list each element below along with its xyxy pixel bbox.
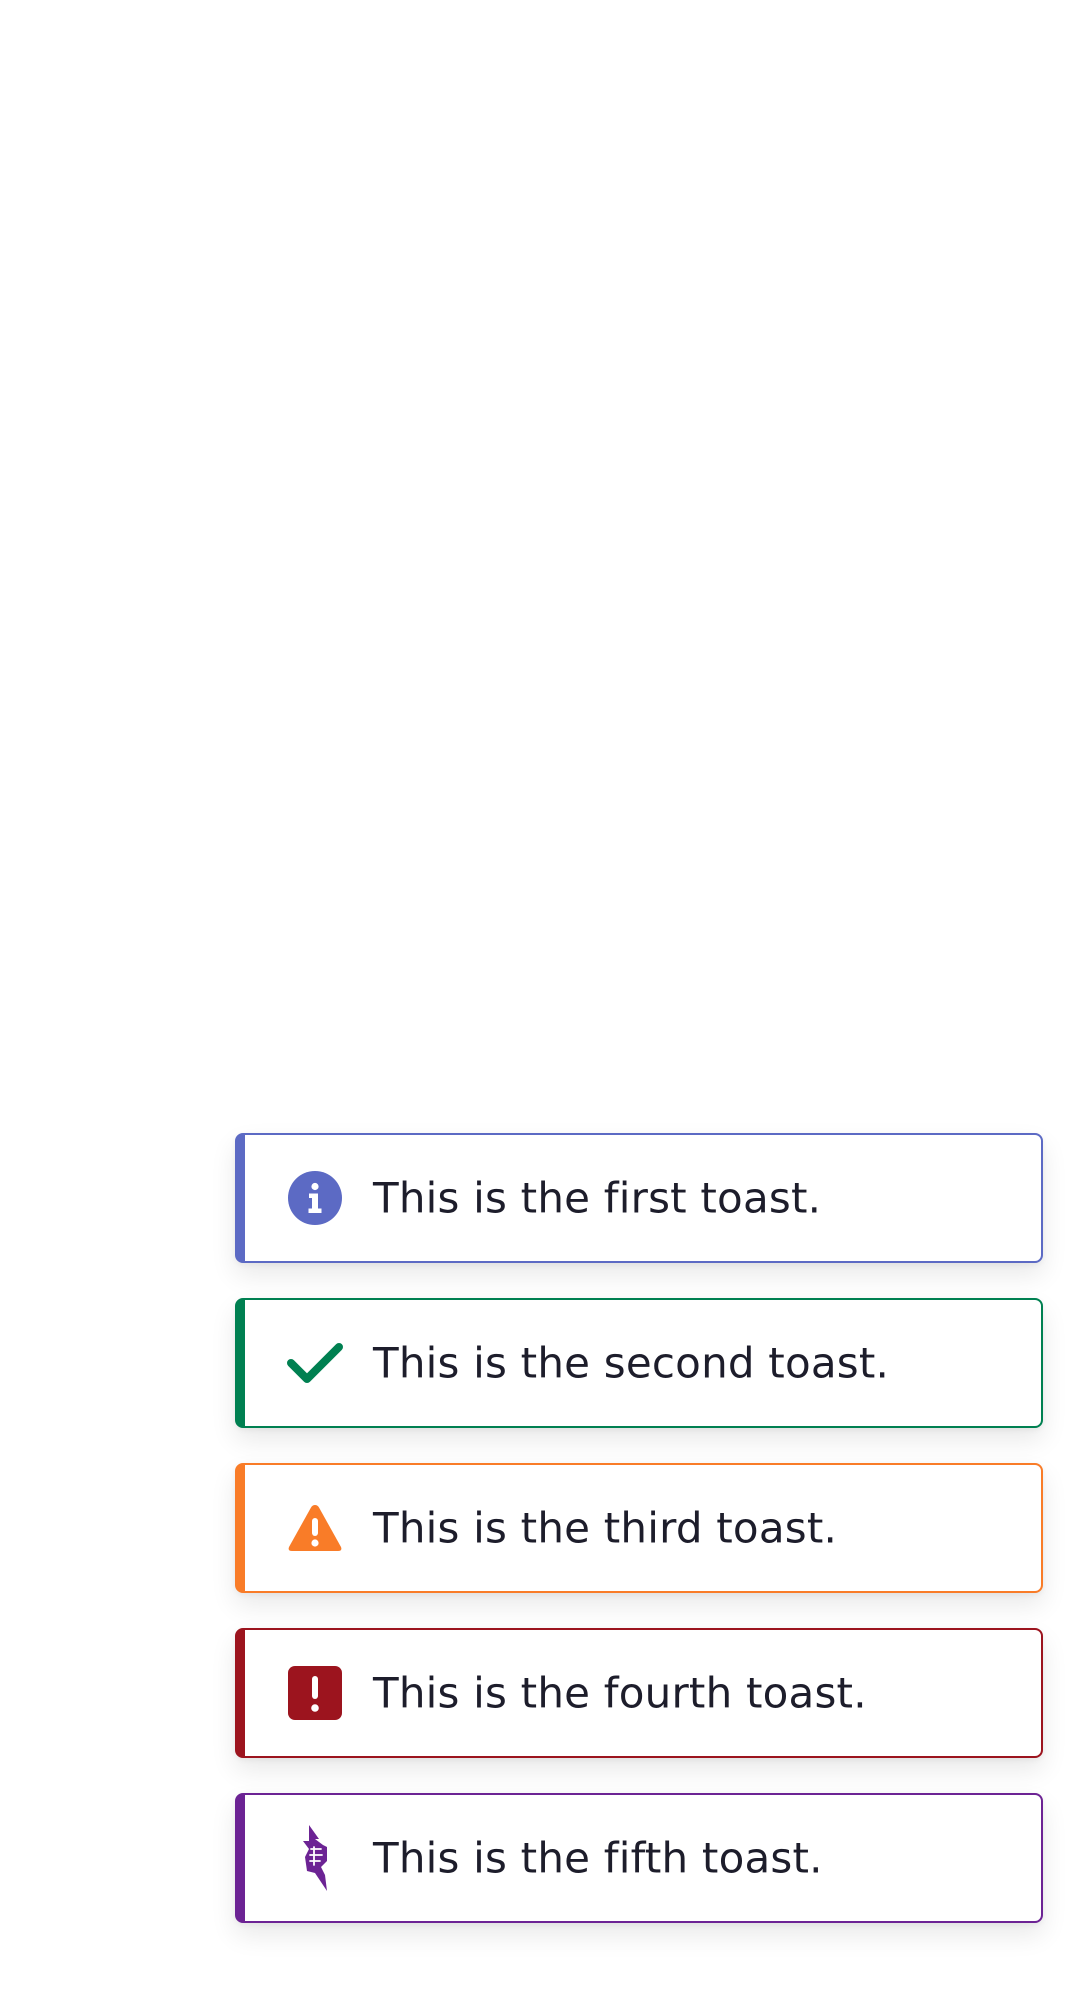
toast-error[interactable]: This is the fourth toast. (235, 1628, 1043, 1758)
toast-stack: This is the first toast. This is the sec… (235, 1133, 1043, 1958)
lightning-fist-icon (287, 1825, 343, 1891)
info-icon (287, 1170, 343, 1226)
toast-message: This is the first toast. (373, 1173, 822, 1223)
toast-custom[interactable]: This is the fifth toast. (235, 1793, 1043, 1923)
checkmark-icon (287, 1335, 343, 1391)
warning-icon (287, 1500, 343, 1556)
toast-warning[interactable]: This is the third toast. (235, 1463, 1043, 1593)
toast-message: This is the third toast. (373, 1503, 838, 1553)
toast-info[interactable]: This is the first toast. (235, 1133, 1043, 1263)
toast-message: This is the fourth toast. (373, 1668, 867, 1718)
toast-success[interactable]: This is the second toast. (235, 1298, 1043, 1428)
error-icon (287, 1665, 343, 1721)
toast-message: This is the second toast. (373, 1338, 890, 1388)
toast-message: This is the fifth toast. (373, 1833, 823, 1883)
